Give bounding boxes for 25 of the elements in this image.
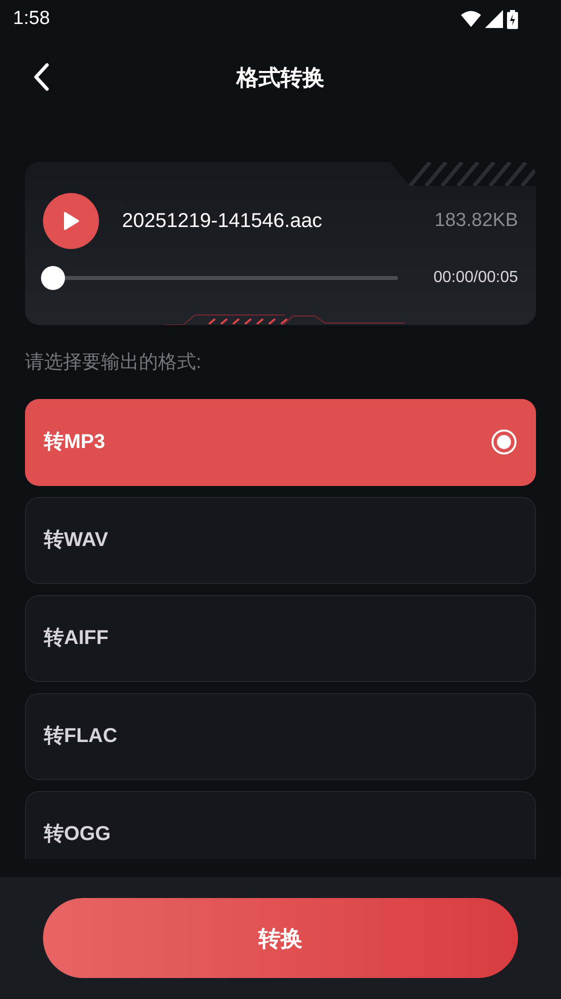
format-option[interactable]: 转FLAC [25,692,536,780]
format-prompt: 请选择要输出的格式: [25,351,202,375]
progress-thumb[interactable] [41,266,65,290]
back-icon[interactable] [32,62,50,92]
format-label: 转MP3 [44,430,106,455]
format-option[interactable]: 转MP3 [25,398,536,486]
format-option[interactable]: 转AIFF [25,594,536,682]
battery-icon [507,10,518,28]
format-option[interactable]: 转OGG [25,790,536,858]
file-name: 20251219-141546.aac [122,209,322,234]
format-label: 转FLAC [44,724,118,749]
signal-icon [485,10,503,28]
wifi-icon [461,11,481,27]
file-size: 183.82KB [434,208,518,233]
playback-time: 00:00/00:05 [433,268,518,288]
progress-slider[interactable] [41,266,398,290]
page-title: 格式转换 [236,64,324,92]
convert-button[interactable]: 转换 [43,898,518,978]
format-option[interactable]: 转WAV [25,496,536,584]
radio-selected-icon [491,429,517,455]
format-label: 转OGG [44,822,111,847]
status-time: 1:58 [13,6,50,31]
play-icon [63,212,79,230]
format-label: 转AIFF [44,626,108,651]
format-label: 转WAV [44,528,108,553]
